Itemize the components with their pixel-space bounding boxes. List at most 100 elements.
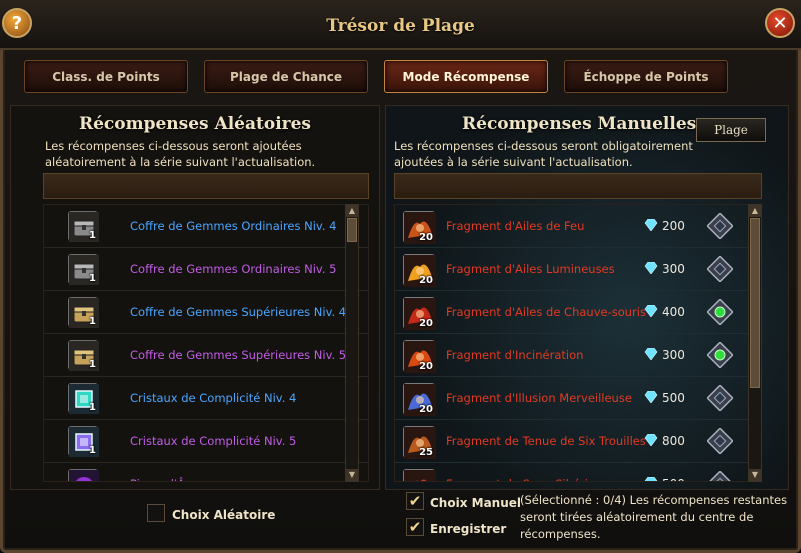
price-value: 300 (662, 348, 685, 362)
fragment-icon: 20 (403, 211, 436, 244)
select-toggle-icon[interactable] (706, 212, 734, 240)
item-price: 800 (643, 433, 685, 449)
item-count: 1 (89, 316, 96, 327)
chest-icon: 1 (68, 211, 99, 242)
close-button[interactable]: ✕ (765, 8, 795, 38)
item-name: Coffre de Gemmes Ordinaires Niv. 5 (130, 262, 337, 276)
tab-plage-de-chance[interactable]: Plage de Chance (204, 60, 368, 93)
price-value: 300 (662, 262, 685, 276)
random-choice-checkbox[interactable] (147, 504, 165, 522)
fragment-icon: 25 (403, 426, 436, 459)
select-toggle-icon[interactable] (706, 384, 734, 412)
diamond-icon (643, 476, 659, 481)
item-name: Fragment d'Incinération (446, 348, 584, 362)
scroll-up-arrow-icon[interactable]: ▲ (749, 205, 761, 217)
item-name: Coffre de Gemmes Supérieures Niv. 5 (130, 348, 347, 362)
reward-row[interactable]: 25 Fragment de Tenue de Six Trouilles 80… (395, 420, 761, 463)
chest-icon: 1 (68, 297, 99, 328)
item-price: 300 (643, 261, 685, 277)
scroll-thumb[interactable] (347, 218, 357, 242)
scroll-down-arrow-icon[interactable]: ▼ (346, 469, 358, 481)
item-count: 1 (89, 273, 96, 284)
fragment-icon: 20 (403, 254, 436, 287)
price-value: 500 (662, 477, 685, 481)
price-value: 500 (662, 391, 685, 405)
selection-note: (Sélectionné : 0/4) Les récompenses rest… (520, 493, 788, 541)
reward-row[interactable]: 1 Coffre de Gemmes Supérieures Niv. 4 (44, 291, 368, 334)
item-count: 20 (419, 318, 433, 329)
diamond-icon (643, 304, 659, 320)
tab-echoppe-de-points[interactable]: Échoppe de Points (564, 60, 728, 93)
item-count: 1 (89, 445, 96, 456)
item-name: Fragment de Tenue de Six Trouilles (446, 434, 646, 448)
tab-class-de-points[interactable]: Class. de Points (24, 60, 188, 93)
item-name: Fragment d'Ailes de Feu (446, 219, 585, 233)
random-choice-label: Choix Aléatoire (172, 508, 276, 522)
fragment-icon (403, 469, 436, 481)
item-name: Pierre d'Âme (130, 477, 203, 481)
reward-row[interactable]: Pierre d'Âme (44, 463, 368, 481)
list-header (43, 173, 369, 199)
fragment-icon: 20 (403, 383, 436, 416)
item-price: 300 (643, 347, 685, 363)
item-name: Fragment de Sang Sibérien (446, 477, 602, 481)
reward-row[interactable]: 20 Fragment d'Ailes de Feu 200 (395, 205, 761, 248)
item-price: 500 (643, 476, 685, 481)
select-toggle-icon[interactable] (706, 255, 734, 283)
manual-choice-checkbox[interactable]: ✔ (406, 492, 424, 510)
diamond-icon (643, 433, 659, 449)
select-toggle-icon[interactable] (706, 470, 734, 481)
random-rewards-panel: Récompenses Aléatoires Les récompenses c… (10, 105, 380, 490)
reward-row[interactable]: 20 Fragment d'Incinération 300 (395, 334, 761, 377)
crystal-icon: 1 (68, 426, 99, 457)
window-title: Trésor de Plage (326, 16, 475, 36)
select-toggle-icon[interactable] (706, 427, 734, 455)
reward-row[interactable]: 1 Coffre de Gemmes Ordinaires Niv. 5 (44, 248, 368, 291)
item-count: 20 (419, 404, 433, 415)
soul-stone-icon (68, 469, 99, 481)
fragment-icon: 20 (403, 340, 436, 373)
item-count: 1 (89, 359, 96, 370)
selected-toggle-icon[interactable] (706, 341, 734, 369)
reward-row[interactable]: 1 Coffre de Gemmes Supérieures Niv. 5 (44, 334, 368, 377)
reward-row[interactable]: Fragment de Sang Sibérien 500 (395, 463, 761, 481)
reward-row[interactable]: 1 Cristaux de Complicité Niv. 5 (44, 420, 368, 463)
price-value: 400 (662, 305, 685, 319)
item-price: 500 (643, 390, 685, 406)
tab-mode-recompense[interactable]: Mode Récompense (384, 60, 548, 93)
random-rewards-description: Les récompenses ci-dessous seront ajouté… (45, 139, 316, 169)
item-count: 20 (419, 232, 433, 243)
item-count: 20 (419, 361, 433, 372)
item-name: Fragment d'Ailes Lumineuses (446, 262, 615, 276)
random-list-scrollbar[interactable]: ▲ ▼ (345, 204, 359, 482)
manual-rewards-list: 20 Fragment d'Ailes de Feu 200 20 Fragme… (394, 204, 762, 482)
fragment-icon: 20 (403, 297, 436, 330)
reward-row[interactable]: 1 Coffre de Gemmes Ordinaires Niv. 4 (44, 205, 368, 248)
item-count: 1 (89, 402, 96, 413)
scroll-down-arrow-icon[interactable]: ▼ (749, 469, 761, 481)
item-name: Fragment d'Illusion Merveilleuse (446, 391, 632, 405)
chest-icon: 1 (68, 254, 99, 285)
save-label: Enregistrer (430, 522, 507, 536)
random-rewards-title: Récompenses Aléatoires (78, 114, 312, 134)
reward-row[interactable]: 20 Fragment d'Illusion Merveilleuse 500 (395, 377, 761, 420)
save-checkbox[interactable]: ✔ (406, 518, 424, 536)
reward-row[interactable]: 1 Cristaux de Complicité Niv. 4 (44, 377, 368, 420)
manual-rewards-description: Les récompenses ci-dessous seront obliga… (394, 139, 693, 169)
diamond-icon (643, 218, 659, 234)
reward-row[interactable]: 20 Fragment d'Ailes de Chauve-souris 400 (395, 291, 761, 334)
item-name: Coffre de Gemmes Supérieures Niv. 4 (130, 305, 347, 319)
price-value: 200 (662, 219, 685, 233)
scroll-up-arrow-icon[interactable]: ▲ (346, 205, 358, 217)
manual-list-scrollbar[interactable]: ▲ ▼ (748, 204, 762, 482)
item-price: 200 (643, 218, 685, 234)
item-price: 400 (643, 304, 685, 320)
manual-rewards-panel: Récompenses Manuelles Plage Les récompen… (385, 105, 789, 490)
manual-choice-label: Choix Manuel (430, 496, 522, 510)
reward-row[interactable]: 20 Fragment d'Ailes Lumineuses 300 (395, 248, 761, 291)
list-header (394, 173, 762, 199)
item-count: 25 (419, 447, 433, 458)
selected-toggle-icon[interactable] (706, 298, 734, 326)
plage-button[interactable]: Plage (696, 118, 766, 142)
scroll-thumb[interactable] (750, 218, 760, 388)
